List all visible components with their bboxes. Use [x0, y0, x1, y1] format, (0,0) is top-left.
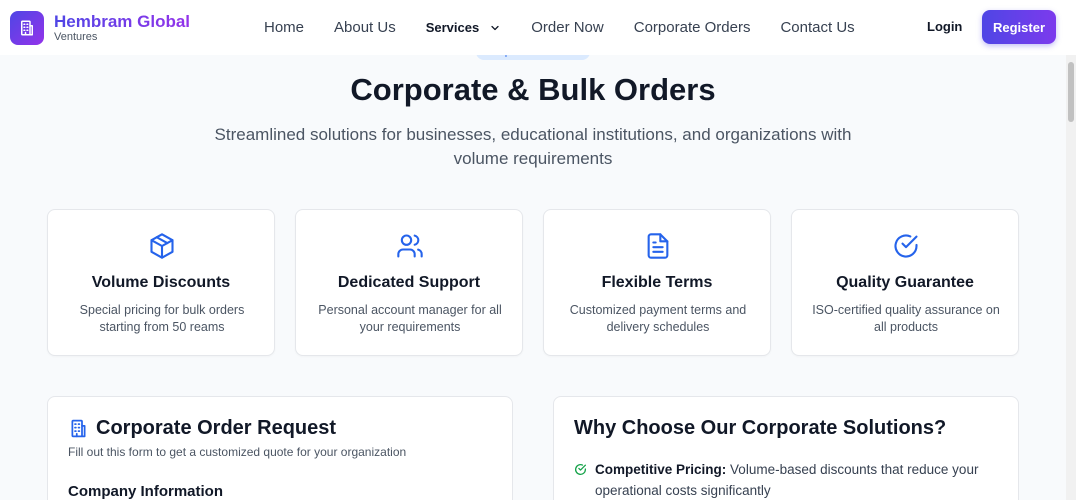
benefit-label: Competitive Pricing:: [595, 462, 727, 477]
company-information-heading: Company Information: [68, 483, 224, 500]
nav-contact-us[interactable]: Contact Us: [780, 19, 854, 36]
page-scrollbar[interactable]: [1066, 0, 1076, 500]
list-item: Competitive Pricing: Volume-based discou…: [574, 459, 994, 500]
main-nav: Home About Us Services Order Now Corpora…: [264, 0, 885, 55]
feature-title: Volume Discounts: [91, 274, 231, 291]
box-icon: [150, 233, 174, 259]
feature-card-flexible-terms: Flexible Terms Customized payment terms …: [543, 209, 771, 356]
feature-title: Flexible Terms: [601, 274, 713, 291]
nav-corporate-orders[interactable]: Corporate Orders: [634, 19, 751, 36]
page-subtitle: Streamlined solutions for businesses, ed…: [214, 125, 852, 168]
form-subtitle: Fill out this form to get a customized q…: [68, 445, 407, 459]
chevron-down-icon: [491, 25, 499, 30]
nav-services-dropdown[interactable]: Services: [426, 20, 502, 35]
nav-about-us[interactable]: About Us: [334, 19, 396, 36]
nav-order-now[interactable]: Order Now: [531, 19, 604, 36]
users-icon: [397, 234, 423, 258]
feature-description: Personal account manager for all your re…: [318, 303, 502, 334]
brand-subtitle: Ventures: [54, 30, 98, 43]
feature-description: Customized payment terms and delivery sc…: [569, 303, 747, 334]
scrollbar-thumb[interactable]: [1068, 62, 1074, 122]
form-title: Corporate Order Request: [96, 417, 337, 439]
corporate-order-form: Corporate Order Request Fill out this fo…: [47, 396, 513, 500]
building-icon: [71, 419, 86, 438]
why-title: Why Choose Our Corporate Solutions?: [574, 417, 947, 439]
nav-home[interactable]: Home: [264, 19, 304, 36]
why-choose-panel: Why Choose Our Corporate Solutions? Comp…: [553, 396, 1019, 500]
document-icon: [647, 233, 669, 259]
brand-title: Hembram Global: [54, 11, 191, 31]
brand-logo[interactable]: Hembram Global Ventures: [10, 10, 191, 45]
top-navbar: Hembram Global Ventures Home About Us Se…: [0, 0, 1076, 55]
feature-description: Special pricing for bulk orders starting…: [79, 303, 245, 334]
register-button[interactable]: Register: [982, 10, 1056, 44]
feature-description: ISO-certified quality assurance on all p…: [812, 303, 1000, 334]
page-title: Corporate & Bulk Orders: [350, 72, 716, 107]
check-circle-icon: [894, 234, 918, 258]
feature-card-quality-guarantee: Quality Guarantee ISO-certified quality …: [791, 209, 1019, 356]
feature-title: Quality Guarantee: [836, 274, 974, 291]
building-icon: [10, 10, 44, 45]
feature-title: Dedicated Support: [337, 274, 481, 291]
login-link[interactable]: Login: [927, 19, 962, 34]
feature-card-volume-discounts: Volume Discounts Special pricing for bul…: [47, 209, 275, 356]
nav-services-label: Services: [425, 20, 480, 35]
feature-card-dedicated-support: Dedicated Support Personal account manag…: [295, 209, 523, 356]
check-circle-icon: [575, 463, 587, 475]
